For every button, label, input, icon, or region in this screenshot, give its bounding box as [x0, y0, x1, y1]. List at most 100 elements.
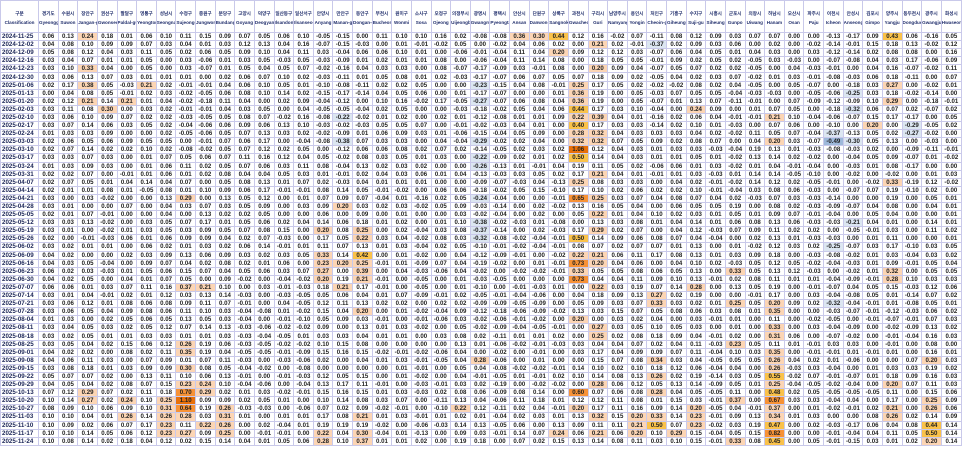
- cell-gimpo: -0.01: [862, 315, 883, 325]
- cell-icheon: -0.04: [823, 396, 844, 406]
- cell-uiwang: -0.01: [744, 404, 766, 414]
- cell-bucheon: 0.00: [371, 266, 393, 276]
- cell-icheon: 0.00: [823, 153, 844, 163]
- cell-yangju: 0.13: [881, 137, 903, 147]
- cell-gwonseon-gu: 0.02: [96, 339, 118, 349]
- cell-gimpo: 0.01: [862, 371, 883, 382]
- cell-bucheon: 0.01: [371, 218, 393, 228]
- header-label-ko: 하남시: [768, 10, 781, 16]
- cell-namyangju: 0.05: [607, 161, 628, 171]
- cell-dongan-gu: 0.17: [352, 282, 373, 293]
- cell-goyang: 0.07: [234, 129, 255, 139]
- cell-dongan-gu: 0.15: [352, 371, 373, 382]
- cell-hwaseong: 0.07: [940, 72, 963, 82]
- cell-guri: 0.27: [587, 323, 609, 333]
- cell-danwon-gu: -0.02: [528, 380, 550, 390]
- header-label-ko: 광명시: [473, 10, 487, 16]
- cell-gwacheon: 0.17: [567, 169, 589, 179]
- cell-namyangju: 0.03: [607, 104, 628, 114]
- cell-manan-gu: 0.04: [332, 428, 353, 438]
- cell-gwacheon: 0.33: [567, 266, 589, 276]
- cell-dongan-gu: 0.20: [352, 307, 373, 317]
- cell-paju: 0.00: [803, 331, 824, 341]
- cell-manan-gu: 0.14: [332, 185, 353, 195]
- cell-bundang-gu: 0.06: [214, 339, 236, 349]
- cell-guri: 0.13: [587, 218, 609, 228]
- cell-goyang: 0.07: [234, 161, 255, 171]
- cell-ilsandong-gu: 0.01: [273, 307, 295, 317]
- cell-gunpo: 0.03: [724, 420, 746, 430]
- cell-anyang: 0.07: [312, 404, 334, 414]
- cell-jangan-gu: 0.33: [77, 64, 98, 74]
- cell-wonmi: 0.01: [391, 40, 412, 50]
- cell-paldal-gu: 0.00: [116, 104, 138, 114]
- cell-gwangju: -0.11: [921, 145, 942, 155]
- cell-uiwang: -0.01: [744, 96, 766, 106]
- cell-anseong: -0.02: [842, 169, 864, 179]
- cell-icheon: -0.07: [823, 282, 844, 293]
- cell-yeongtong-gu: 0.12: [136, 428, 157, 438]
- cell-yongin: 0.08: [626, 331, 648, 341]
- table-row: 2025-09-01 0.04 0.02 0.02 0.00 0.08 0.02 0.11 0.…: [0, 347, 963, 357]
- cell-deogyang-gu: 0.00: [253, 96, 275, 106]
- cell-gunpo: -0.04: [724, 88, 746, 98]
- cell-wonmi: 0.03: [391, 412, 412, 422]
- cell-suwon: 0.07: [57, 371, 79, 382]
- cell-hwaseong: 0.14: [940, 428, 963, 438]
- cell-uijeongbu: 0.09: [450, 201, 471, 212]
- header-label-ko: 처인구: [650, 10, 664, 16]
- cell-yeongtong-gu: 0.03: [136, 218, 157, 228]
- cell-uijeongbu: 0.01: [450, 112, 471, 123]
- cell-ansan: 0.05: [509, 129, 530, 139]
- cell-jungwon-gu: 0.29: [195, 388, 216, 398]
- cell-ojeong: 0.08: [430, 234, 452, 244]
- cell-hwaseong: 0.02: [940, 363, 963, 373]
- cell-gimpo: 0.00: [862, 193, 883, 203]
- cell-suji-gu: 0.06: [685, 307, 707, 317]
- cell-dongan-gu: -0.03: [352, 121, 373, 131]
- cell-sosa: -0.02: [410, 347, 432, 357]
- cell-uiwang: -0.05: [744, 80, 766, 90]
- cell-goyang: 0.02: [234, 210, 255, 220]
- cell-gwangju: 0.01: [921, 169, 942, 179]
- cell-gwacheon: 0.00: [567, 40, 589, 50]
- cell-dongan-gu: 0.03: [352, 201, 373, 212]
- cell-uijeongbu: 0.00: [450, 56, 471, 66]
- header-label-en: Goyang: [236, 19, 254, 25]
- cell-osan: 0.06: [783, 185, 805, 195]
- cell-jangan-gu: 0.04: [77, 380, 98, 390]
- cell-uiwang: -0.02: [744, 242, 766, 252]
- cell-suwon: 0.02: [57, 266, 79, 276]
- cell-anseong: -0.13: [842, 129, 864, 139]
- cell-danwon-gu: -0.01: [528, 339, 550, 349]
- cell-danwon-gu: -0.02: [528, 363, 550, 373]
- cell-dongducheon: 0.00: [901, 210, 923, 220]
- cell-manan-gu: 0.05: [332, 234, 353, 244]
- cell-giheung-gu: 0.03: [666, 145, 687, 155]
- cell-yongin: 0.02: [626, 80, 648, 90]
- cell-pyeongtaek: -0.11: [489, 331, 510, 341]
- cell-sujeong-gu: 0.11: [175, 31, 196, 42]
- table-row: 2025-03-17 0.03 0.03 0.07 0.03 0.00 0.01 0.07 0.…: [0, 153, 963, 163]
- cell-uijeongbu: 0.04: [450, 347, 471, 357]
- cell-cheoin-gu: 0.33: [646, 412, 667, 422]
- cell-bucheon: 0.03: [371, 137, 393, 147]
- cell-paldal-gu: 0.01: [116, 56, 138, 66]
- cell-dongducheon: -0.03: [901, 307, 923, 317]
- cell-guri: 0.08: [587, 177, 609, 187]
- cell-ilsanseo-gu: 0.01: [293, 412, 314, 422]
- cell-sujeong-gu: 0.15: [175, 266, 196, 276]
- header-label-ko: 의왕시: [748, 10, 762, 16]
- cell-guri: 0.17: [587, 104, 609, 114]
- cell-ilsandong-gu: 0.00: [273, 201, 295, 212]
- header-label-en: Bucheon: [372, 19, 392, 25]
- cell-pyeongtaek: -0.04: [489, 412, 510, 422]
- cell-deogyang-gu: 0.05: [253, 210, 275, 220]
- cell-sujeong-gu: 0.13: [175, 250, 196, 260]
- cell-uijeongbu: 0.05: [450, 363, 471, 373]
- row-date: 2025-11-17: [0, 428, 39, 438]
- cell-sujeong-gu: 0.30: [175, 363, 196, 373]
- cell-gwonseon-gu: 0.02: [96, 380, 118, 390]
- cell-ilsandong-gu: 0.14: [273, 88, 295, 98]
- cell-yongin: 0.07: [626, 299, 648, 309]
